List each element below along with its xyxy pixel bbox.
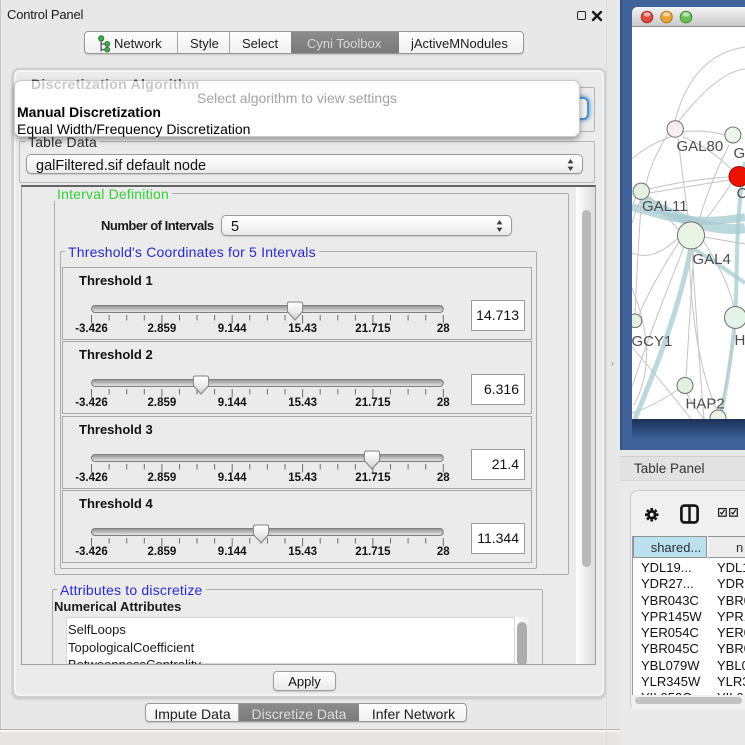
svg-text:9.144: 9.144: [218, 397, 247, 409]
svg-text:GAL: GAL: [734, 145, 745, 162]
svg-text:21.715: 21.715: [355, 323, 391, 335]
svg-text:GAL11: GAL11: [642, 198, 688, 215]
svg-text:-3.426: -3.426: [75, 546, 108, 558]
svg-text:9.144: 9.144: [218, 472, 247, 484]
svg-text:21.715: 21.715: [355, 546, 391, 558]
svg-text:28: 28: [437, 323, 450, 335]
svg-text:2.859: 2.859: [148, 546, 177, 558]
svg-text:15.43: 15.43: [288, 397, 317, 409]
svg-text:21.715: 21.715: [355, 472, 391, 484]
svg-text:9.144: 9.144: [218, 546, 247, 558]
svg-text:28: 28: [437, 397, 450, 409]
svg-text:15.43: 15.43: [288, 472, 317, 484]
svg-text:GAL80: GAL80: [677, 138, 724, 155]
svg-text:15.43: 15.43: [288, 323, 317, 335]
svg-text:28: 28: [437, 546, 450, 558]
svg-text:21.715: 21.715: [355, 397, 391, 409]
svg-text:H.: H.: [735, 332, 745, 349]
svg-text:-3.426: -3.426: [75, 323, 108, 335]
svg-text:-3.426: -3.426: [75, 472, 108, 484]
svg-text:2.859: 2.859: [148, 397, 177, 409]
svg-text:28: 28: [437, 472, 450, 484]
svg-text:2.859: 2.859: [148, 323, 177, 335]
svg-text:-3.426: -3.426: [75, 397, 108, 409]
svg-text:CY: CY: [737, 185, 745, 202]
svg-text:15.43: 15.43: [288, 546, 317, 558]
svg-text:2.859: 2.859: [148, 472, 177, 484]
svg-text:HAP2: HAP2: [686, 396, 725, 413]
svg-text:GAL4: GAL4: [693, 251, 731, 268]
svg-text:GCY1: GCY1: [632, 333, 672, 350]
svg-text:9.144: 9.144: [218, 323, 247, 335]
